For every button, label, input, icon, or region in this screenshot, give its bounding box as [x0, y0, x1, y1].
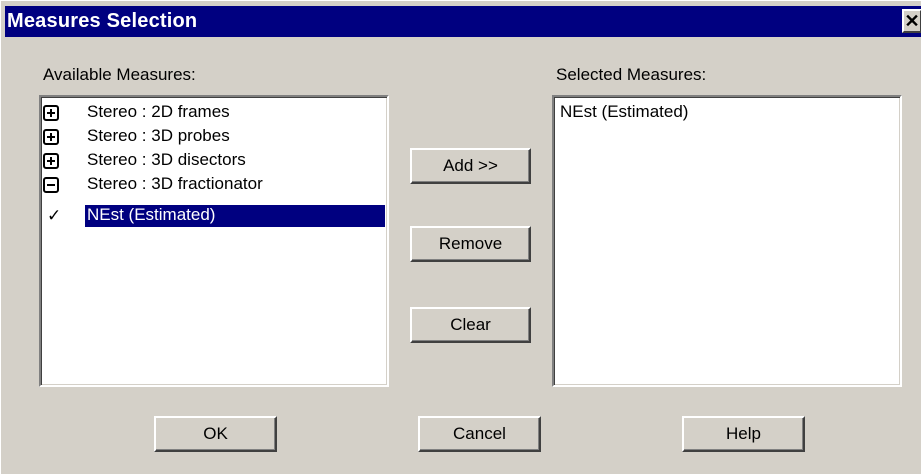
selected-measures-label: Selected Measures:	[556, 65, 707, 84]
list-item-label: NEst (Estimated)	[560, 102, 689, 121]
plus-box-icon[interactable]	[43, 105, 59, 121]
list-item-label: Stereo : 3D disectors	[87, 150, 246, 169]
measures-selection-dialog: Measures Selection ✕ Available Measures:…	[0, 0, 921, 474]
title-bar[interactable]: Measures Selection ✕	[5, 6, 921, 37]
close-icon: ✕	[904, 11, 920, 31]
list-item-stereo-2d-frames[interactable]: Stereo : 2D frames	[41, 101, 387, 125]
add-button[interactable]: Add >>	[410, 148, 531, 184]
checkmark-icon: ✓	[47, 206, 62, 225]
list-item-nest-estimated[interactable]: NEst (Estimated)	[554, 101, 900, 125]
selected-measures-list[interactable]: NEst (Estimated)	[552, 95, 902, 387]
list-item-stereo-3d-disectors[interactable]: Stereo : 3D disectors	[41, 149, 387, 173]
available-measures-list[interactable]: Stereo : 2D frames Stereo : 3D probes St…	[39, 95, 389, 387]
clear-button[interactable]: Clear	[410, 307, 531, 343]
plus-box-icon[interactable]	[43, 129, 59, 145]
list-item-label: Stereo : 2D frames	[87, 102, 230, 121]
list-item-nest-estimated[interactable]: ✓ NEst (Estimated)	[41, 204, 387, 228]
list-item-label: Stereo : 3D probes	[87, 126, 230, 145]
cancel-button[interactable]: Cancel	[418, 416, 541, 452]
ok-button[interactable]: OK	[154, 416, 277, 452]
list-item-stereo-3d-probes[interactable]: Stereo : 3D probes	[41, 125, 387, 149]
available-measures-label: Available Measures:	[43, 65, 196, 84]
close-button[interactable]: ✕	[902, 9, 921, 33]
plus-box-icon[interactable]	[43, 153, 59, 169]
minus-box-icon[interactable]	[43, 177, 59, 193]
remove-button[interactable]: Remove	[410, 226, 531, 262]
list-item-label: Stereo : 3D fractionator	[87, 174, 263, 193]
list-item-label: NEst (Estimated)	[85, 205, 385, 227]
help-button[interactable]: Help	[682, 416, 805, 452]
window-title: Measures Selection	[7, 10, 198, 32]
list-item-stereo-3d-fractionator[interactable]: Stereo : 3D fractionator	[41, 173, 387, 197]
